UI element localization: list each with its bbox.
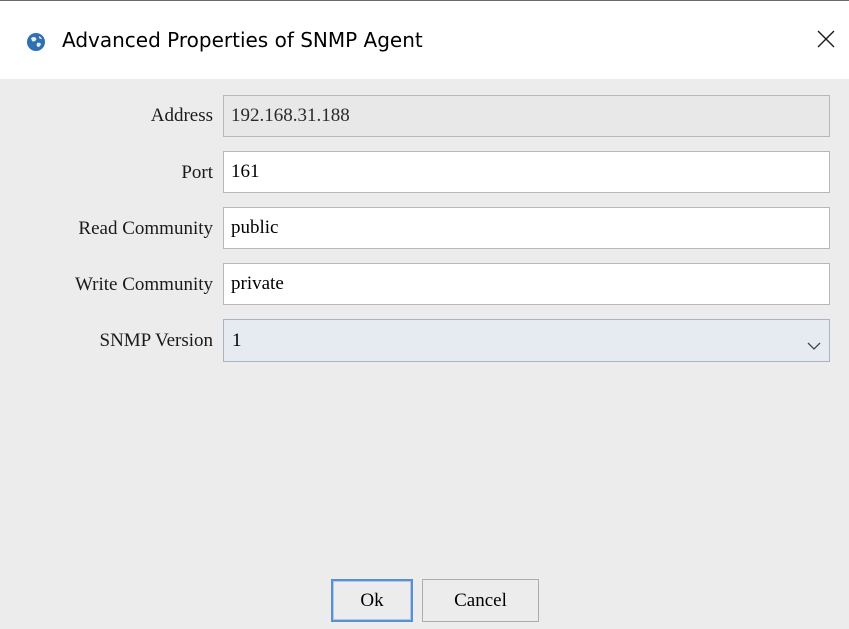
snmp-version-value: 1 [232, 330, 242, 351]
dialog-window: Advanced Properties of SNMP Agent Addres… [0, 0, 849, 629]
address-field [223, 95, 830, 137]
address-label: Address [150, 105, 213, 126]
ok-button[interactable]: Ok [331, 579, 413, 622]
close-icon [817, 30, 835, 53]
snmp-version-dropdown[interactable]: 1 [223, 319, 830, 362]
write-community-field[interactable] [223, 263, 830, 305]
read-community-field[interactable] [223, 207, 830, 249]
write-community-label: Write Community [74, 274, 213, 295]
globe-icon [26, 32, 46, 52]
port-label: Port [181, 162, 213, 183]
read-community-label: Read Community [78, 218, 213, 239]
close-button[interactable] [806, 21, 846, 61]
cancel-button[interactable]: Cancel [422, 579, 539, 622]
port-field[interactable] [223, 151, 830, 193]
chevron-down-icon [807, 335, 821, 350]
title-bar: Advanced Properties of SNMP Agent [0, 1, 849, 79]
snmp-version-label: SNMP Version [99, 330, 214, 351]
dialog-title: Advanced Properties of SNMP Agent [62, 28, 423, 52]
